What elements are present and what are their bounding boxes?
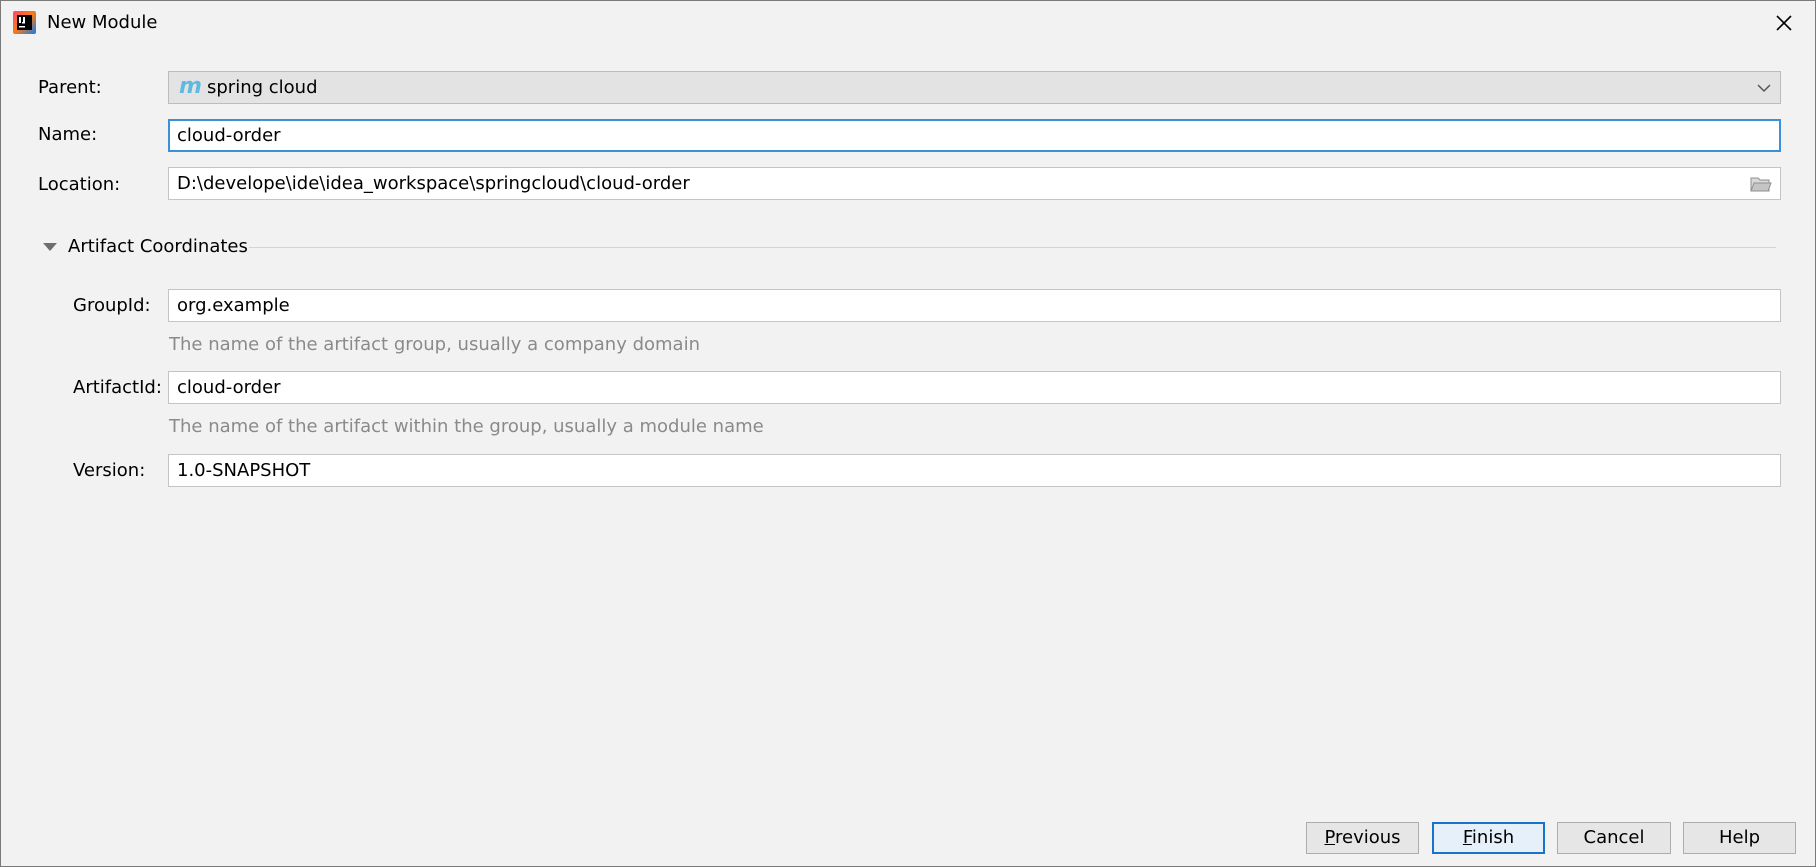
intellij-idea-icon xyxy=(13,11,36,34)
name-label: Name: xyxy=(38,124,98,145)
location-label: Location: xyxy=(38,174,121,195)
artifact-section-title[interactable]: Artifact Coordinates xyxy=(68,236,248,258)
dialog-title: New Module xyxy=(47,12,158,33)
artifactid-hint: The name of the artifact within the grou… xyxy=(169,416,764,437)
previous-mnemonic: P xyxy=(1324,827,1335,848)
version-label: Version: xyxy=(73,460,146,481)
name-input[interactable]: cloud-order xyxy=(168,119,1781,152)
expand-toggle-icon[interactable] xyxy=(42,241,58,253)
parent-dropdown[interactable]: m spring cloud xyxy=(168,71,1781,104)
previous-button[interactable]: Previous xyxy=(1306,822,1419,854)
folder-browse-icon[interactable] xyxy=(1750,175,1772,193)
groupid-input[interactable]: org.example xyxy=(168,289,1781,322)
location-value: D:\develope\ide\idea_workspace\springclo… xyxy=(177,173,690,194)
chevron-down-icon xyxy=(1757,84,1771,93)
groupid-hint: The name of the artifact group, usually … xyxy=(169,334,700,355)
artifactid-input[interactable]: cloud-order xyxy=(168,371,1781,404)
cancel-button[interactable]: Cancel xyxy=(1557,822,1671,854)
close-icon[interactable] xyxy=(1773,12,1795,34)
previous-label: revious xyxy=(1335,827,1401,848)
parent-label: Parent: xyxy=(38,77,102,98)
finish-button[interactable]: Finish xyxy=(1432,822,1545,854)
title-bar: New Module xyxy=(1,1,1815,45)
parent-value: spring cloud xyxy=(207,77,318,98)
version-input[interactable]: 1.0-SNAPSHOT xyxy=(168,454,1781,487)
help-button[interactable]: Help xyxy=(1683,822,1796,854)
maven-module-icon: m xyxy=(179,74,202,99)
finish-label: inish xyxy=(1471,827,1515,848)
artifactid-label: ArtifactId: xyxy=(73,377,162,398)
section-divider xyxy=(249,247,1776,248)
location-input[interactable]: D:\develope\ide\idea_workspace\springclo… xyxy=(168,167,1781,200)
finish-mnemonic: F xyxy=(1462,827,1472,848)
new-module-dialog: New Module Parent: m spring cloud Name: … xyxy=(0,0,1816,867)
groupid-label: GroupId: xyxy=(73,295,151,316)
